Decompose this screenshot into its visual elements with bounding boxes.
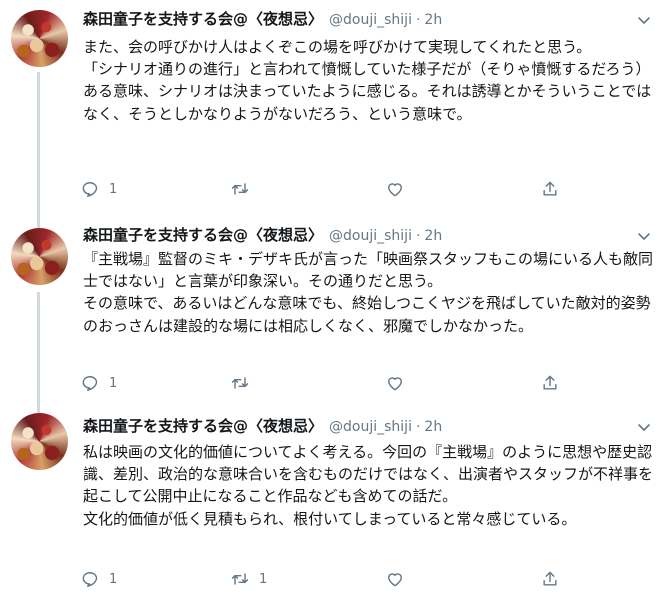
tweet-actions: 1 1: [80, 568, 580, 590]
reply-icon: [82, 182, 98, 197]
heart-icon: [388, 377, 402, 391]
share-icon: [543, 571, 557, 586]
tweet[interactable]: 森田童子を支持する会@〈夜想忌〉 @douji_shiji · 2h 『主戦場』…: [0, 210, 665, 407]
retweet-button[interactable]: [230, 372, 259, 394]
tweet[interactable]: 森田童子を支持する会@〈夜想忌〉 @douji_shiji · 2h 私は映画の…: [0, 405, 665, 607]
retweet-count: 1: [259, 571, 268, 587]
timeline: 森田童子を支持する会@〈夜想忌〉 @douji_shiji · 2h また、会の…: [0, 0, 665, 607]
like-button[interactable]: [385, 178, 414, 200]
like-button[interactable]: [385, 372, 414, 394]
reply-count: 1: [109, 375, 118, 391]
separator: ·: [415, 12, 421, 28]
thread-line-top: [37, 405, 40, 413]
timestamp[interactable]: 2h: [424, 228, 442, 244]
reply-icon: [82, 572, 98, 587]
reply-count: 1: [109, 571, 118, 587]
thread-line-top: [37, 210, 40, 228]
timestamp[interactable]: 2h: [424, 12, 442, 28]
reply-count: 1: [109, 181, 118, 197]
heart-icon: [388, 573, 402, 587]
share-button[interactable]: [540, 372, 560, 394]
retweet-icon: [231, 573, 249, 585]
reply-button[interactable]: 1: [80, 568, 117, 590]
display-name[interactable]: 森田童子を支持する会@〈夜想忌〉: [83, 415, 323, 436]
avatar[interactable]: [11, 10, 68, 67]
tweet-text: また、会の呼びかけ人はよくぞこの場を呼びかけて実現してくれたと思う。 「シナリオ…: [83, 38, 652, 123]
retweet-icon: [231, 377, 249, 389]
display-name[interactable]: 森田童子を支持する会@〈夜想忌〉: [83, 8, 323, 29]
share-button[interactable]: [540, 568, 560, 590]
share-icon: [543, 181, 557, 196]
reply-button[interactable]: 1: [80, 372, 117, 394]
reply-button[interactable]: 1: [80, 178, 117, 200]
separator: ·: [415, 419, 421, 435]
tweet-header: 森田童子を支持する会@〈夜想忌〉 @douji_shiji · 2h: [83, 415, 442, 437]
like-button[interactable]: [385, 568, 414, 590]
tweet-actions: 1: [80, 372, 580, 394]
retweet-button[interactable]: [230, 178, 259, 200]
heart-icon: [388, 183, 402, 197]
tweet[interactable]: 森田童子を支持する会@〈夜想忌〉 @douji_shiji · 2h また、会の…: [0, 0, 665, 212]
thread-line: [37, 72, 40, 212]
thread-line: [37, 292, 40, 407]
tweet-actions: 1: [80, 178, 580, 200]
separator: ·: [415, 228, 421, 244]
retweet-button[interactable]: 1: [230, 568, 267, 590]
tweet-text: 『主戦場』監督のミキ・デザキ氏が言った「映画祭スタッフもこの場にいる人も敵同士で…: [83, 250, 654, 335]
timestamp[interactable]: 2h: [424, 419, 442, 435]
tweet-text: 私は映画の文化的価値についてよく考える。今回の『主戦場』のように思想や歴史認識、…: [83, 443, 654, 528]
display-name[interactable]: 森田童子を支持する会@〈夜想忌〉: [83, 224, 323, 245]
handle[interactable]: @douji_shiji: [329, 419, 412, 435]
share-icon: [543, 375, 557, 390]
chevron-down-icon[interactable]: [636, 228, 652, 244]
tweet-header: 森田童子を支持する会@〈夜想忌〉 @douji_shiji · 2h: [83, 8, 442, 30]
chevron-down-icon[interactable]: [636, 419, 652, 435]
reply-icon: [82, 376, 98, 391]
avatar[interactable]: [11, 228, 68, 285]
share-button[interactable]: [540, 178, 560, 200]
retweet-icon: [231, 183, 249, 195]
handle[interactable]: @douji_shiji: [329, 228, 412, 244]
chevron-down-icon[interactable]: [636, 12, 652, 28]
handle[interactable]: @douji_shiji: [329, 12, 412, 28]
tweet-header: 森田童子を支持する会@〈夜想忌〉 @douji_shiji · 2h: [83, 224, 442, 246]
avatar[interactable]: [11, 413, 68, 470]
